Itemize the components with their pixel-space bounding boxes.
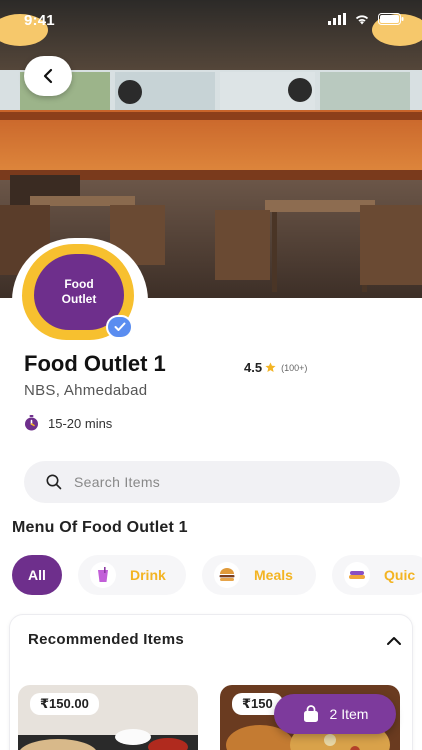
chevron-left-icon (43, 68, 53, 84)
price-tag: ₹150.00 (30, 693, 99, 715)
delivery-time-text: 15-20 mins (48, 415, 113, 431)
star-icon (265, 362, 276, 372)
food-item-card[interactable]: ₹150.00 (18, 685, 198, 750)
rating-count: (100+) (281, 362, 308, 373)
search-icon (46, 474, 62, 490)
signal-icon (328, 13, 346, 25)
collapse-toggle[interactable] (386, 633, 402, 651)
view-cart-button[interactable]: 2 Item (274, 694, 396, 734)
category-chip-quick[interactable]: Quic (332, 555, 422, 595)
cart-count-label: 2 Item (329, 706, 369, 722)
status-bar: 9:41 (0, 0, 422, 44)
rating-value: 4.5 (244, 360, 263, 375)
search-input[interactable] (74, 474, 374, 490)
burger-icon (214, 562, 240, 588)
recommended-title: Recommended Items (28, 631, 184, 648)
rating: 4.5 (100+) (244, 360, 307, 375)
chevron-up-icon (387, 637, 401, 645)
outlet-name: Food Outlet 1 (24, 351, 166, 376)
category-chip-label: Quic (384, 567, 416, 583)
wifi-icon (355, 15, 369, 25)
category-chip-all[interactable]: All (12, 555, 62, 595)
category-chips: All Drink Meals Quic (12, 555, 422, 595)
category-chip-label: Drink (130, 567, 166, 583)
logo-text-line2: Outlet (61, 292, 97, 306)
category-chip-meals[interactable]: Meals (202, 555, 316, 595)
search-bar[interactable] (24, 461, 400, 503)
menu-title: Menu Of Food Outlet 1 (12, 519, 188, 536)
verified-badge (106, 315, 133, 339)
back-button[interactable] (24, 56, 72, 96)
snack-icon (344, 562, 370, 588)
outlet-location: NBS, Ahmedabad (24, 382, 148, 399)
stopwatch-icon (25, 415, 38, 431)
logo-text-line1: Food (64, 277, 94, 291)
category-chip-drink[interactable]: Drink (78, 555, 186, 595)
status-time: 9:41 (24, 12, 55, 29)
battery-icon (378, 13, 404, 25)
drink-icon (90, 562, 116, 588)
delivery-time: 15-20 mins (24, 415, 112, 431)
status-icons (328, 13, 404, 25)
category-chip-label: Meals (254, 567, 293, 583)
check-icon (114, 322, 125, 331)
category-chip-label: All (28, 567, 46, 583)
shopping-bag-icon (303, 705, 318, 722)
